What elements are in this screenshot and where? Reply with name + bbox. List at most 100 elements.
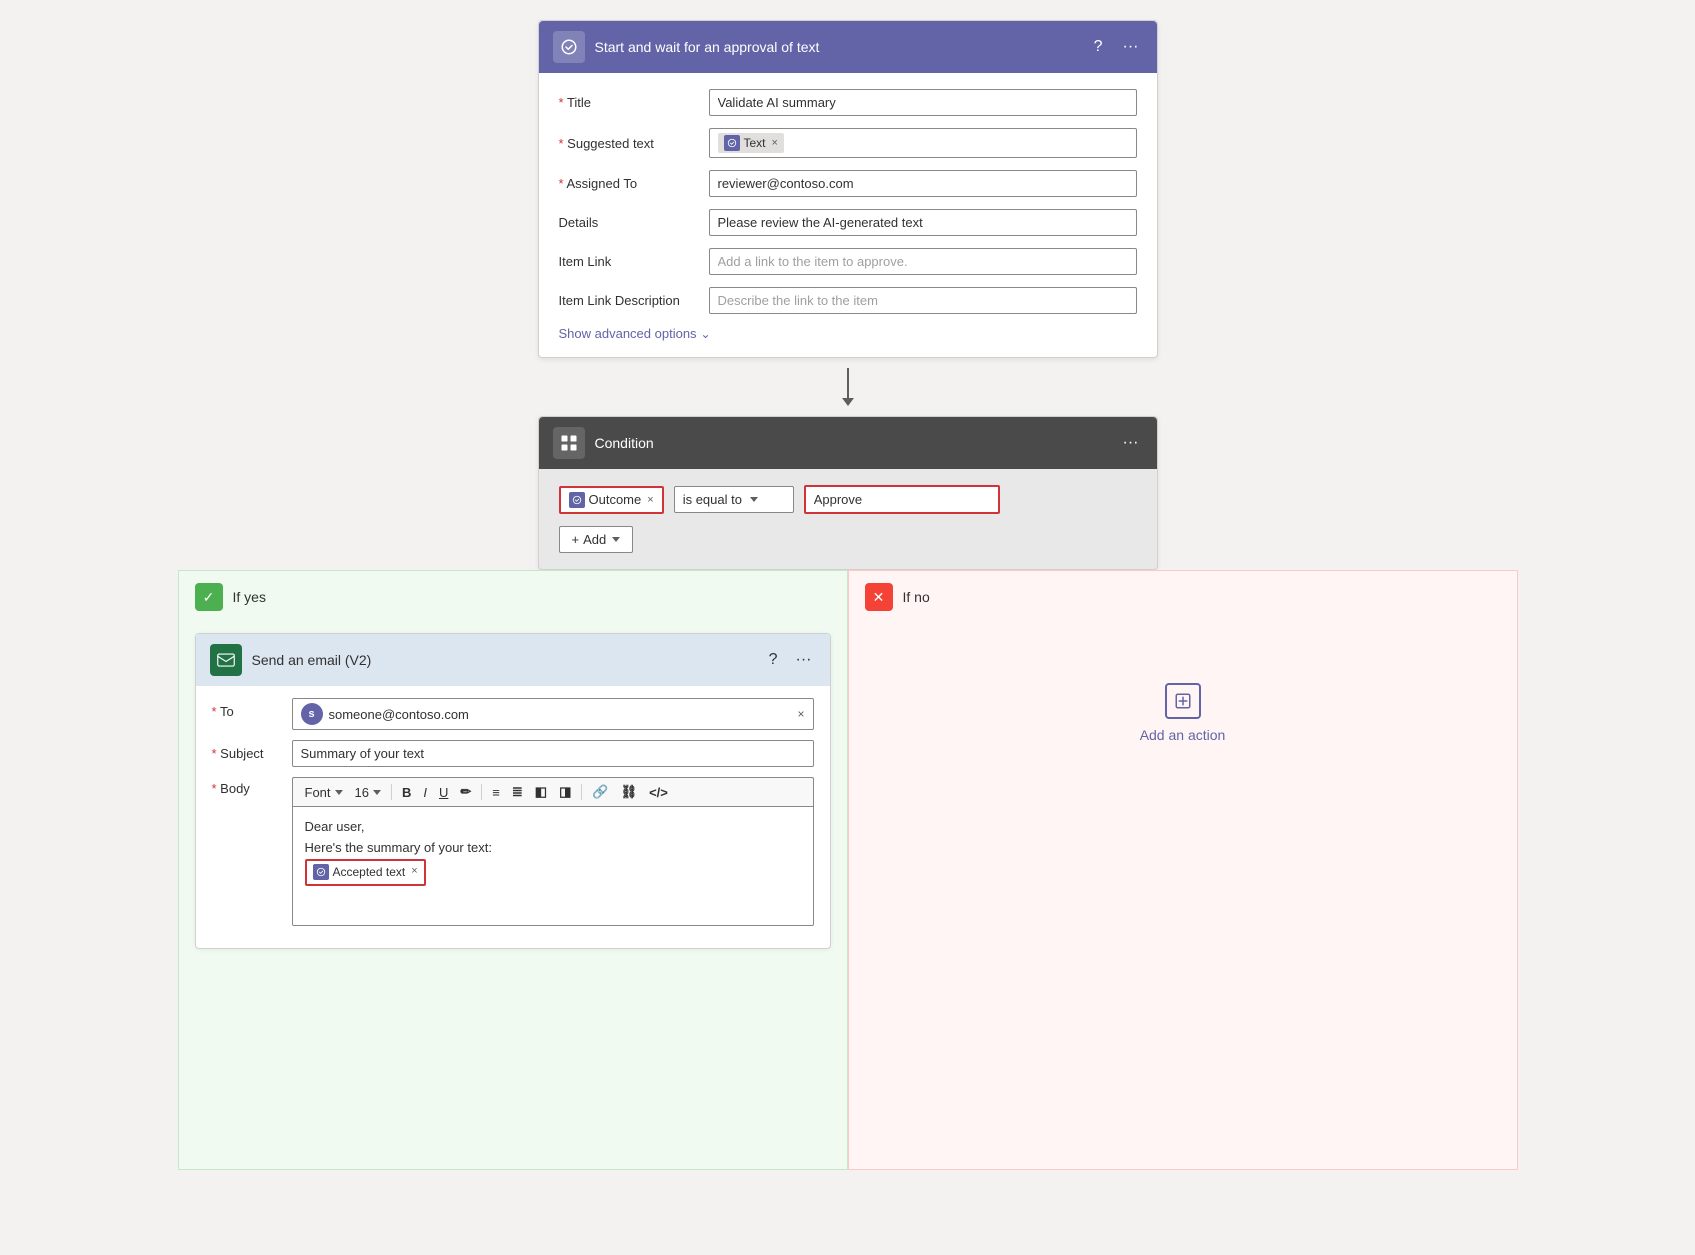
show-advanced-link[interactable]: Show advanced options ⌄ xyxy=(559,326,1137,341)
approval-more-button[interactable]: ··· xyxy=(1119,36,1143,58)
outcome-label: Outcome xyxy=(589,492,642,507)
outcome-tag-icon xyxy=(569,492,585,508)
bullet-list-button[interactable]: ≡ xyxy=(488,783,504,802)
item-link-desc-field-row: Item Link Description xyxy=(559,287,1137,314)
font-select[interactable]: Font xyxy=(301,783,347,802)
if-no-label: If no xyxy=(903,589,930,605)
if-yes-icon: ✓ xyxy=(195,583,223,611)
operator-chevron-icon xyxy=(750,497,758,502)
email-to-label: To xyxy=(212,698,282,719)
condition-card-title: Condition xyxy=(595,435,1109,451)
unlink-button[interactable]: ⛓ xyxy=(617,782,642,802)
if-yes-header: ✓ If yes xyxy=(179,571,847,623)
toolbar-sep-3 xyxy=(581,784,582,800)
approval-help-button[interactable]: ? xyxy=(1090,36,1107,58)
condition-row: Outcome × is equal to xyxy=(559,485,1137,514)
item-link-desc-input[interactable] xyxy=(709,287,1137,314)
font-size-select[interactable]: 16 xyxy=(351,783,385,802)
if-yes-label: If yes xyxy=(233,589,266,605)
code-button[interactable]: </> xyxy=(645,783,672,802)
add-condition-button[interactable]: + Add xyxy=(559,526,634,553)
email-more-button[interactable]: ··· xyxy=(792,649,816,671)
editor-content[interactable]: Dear user, Here's the summary of your te… xyxy=(292,806,814,926)
condition-card-header: Condition ··· xyxy=(539,417,1157,469)
accepted-text-chip[interactable]: Accepted text × xyxy=(305,859,426,886)
email-icon xyxy=(210,644,242,676)
approval-card-header: Start and wait for an approval of text ?… xyxy=(539,21,1157,73)
condition-operator[interactable]: is equal to xyxy=(674,486,794,513)
add-action-label: Add an action xyxy=(1140,727,1226,743)
condition-icon xyxy=(553,427,585,459)
bold-button[interactable]: B xyxy=(398,783,415,802)
italic-button[interactable]: I xyxy=(419,783,431,802)
outcome-tag[interactable]: Outcome × xyxy=(559,486,664,514)
condition-more-button[interactable]: ··· xyxy=(1119,432,1143,454)
condition-card-body: Outcome × is equal to + Add xyxy=(539,469,1157,569)
details-input[interactable] xyxy=(709,209,1137,236)
font-label: Font xyxy=(305,785,331,800)
add-action-container: Add an action xyxy=(849,623,1517,803)
add-action-icon xyxy=(1165,683,1201,719)
body-line2: Here's the summary of your text: xyxy=(305,838,801,859)
item-link-input[interactable] xyxy=(709,248,1137,275)
email-body-editor: Font 16 B I U xyxy=(292,777,814,926)
toolbar-sep-2 xyxy=(481,784,482,800)
body-line1: Dear user, xyxy=(305,817,801,838)
email-body-label: Body xyxy=(212,777,282,796)
details-field-row: Details xyxy=(559,209,1137,236)
recipient-email: someone@contoso.com xyxy=(329,707,792,722)
email-to-input[interactable]: s someone@contoso.com × xyxy=(292,698,814,730)
email-card: Send an email (V2) ? ··· To s someone@co… xyxy=(195,633,831,949)
highlight-button[interactable]: ✏ xyxy=(456,782,475,802)
split-container: ✓ If yes Send an email (V2) ? ··· xyxy=(178,570,1518,1170)
recipient-close[interactable]: × xyxy=(797,707,804,721)
email-subject-label: Subject xyxy=(212,740,282,761)
align-left-button[interactable]: ◧ xyxy=(531,782,551,802)
item-link-desc-label: Item Link Description xyxy=(559,293,699,308)
accepted-text-close[interactable]: × xyxy=(411,863,417,881)
email-help-button[interactable]: ? xyxy=(765,649,782,671)
email-subject-row: Subject xyxy=(212,740,814,767)
email-body-row: Body Font 16 xyxy=(212,777,814,926)
accepted-text-icon xyxy=(313,864,329,880)
text-tag-label: Text xyxy=(744,136,766,150)
underline-button[interactable]: U xyxy=(435,783,452,802)
link-button[interactable]: 🔗 xyxy=(588,782,612,802)
outcome-tag-close[interactable]: × xyxy=(647,494,653,506)
approval-card-body: Title Suggested text Text × xyxy=(539,73,1157,357)
approval-card-title: Start and wait for an approval of text xyxy=(595,39,1080,55)
details-label: Details xyxy=(559,215,699,230)
show-advanced-label: Show advanced options xyxy=(559,326,697,341)
email-subject-input[interactable] xyxy=(292,740,814,767)
align-right-button[interactable]: ◨ xyxy=(555,782,575,802)
size-chevron-icon xyxy=(373,790,381,795)
arrow-line xyxy=(847,368,849,398)
chevron-down-icon: ⌄ xyxy=(701,327,711,341)
item-link-label: Item Link xyxy=(559,254,699,269)
email-card-actions: ? ··· xyxy=(765,649,816,671)
condition-value-input[interactable] xyxy=(804,485,1000,514)
font-chevron-icon xyxy=(335,790,343,795)
if-no-panel: ✕ If no Add an action xyxy=(848,570,1518,1170)
if-no-icon: ✕ xyxy=(865,583,893,611)
item-link-field-row: Item Link xyxy=(559,248,1137,275)
approval-card-actions: ? ··· xyxy=(1090,36,1143,58)
add-label: Add xyxy=(583,532,606,547)
if-no-header: ✕ If no xyxy=(849,571,1517,623)
arrow-head xyxy=(842,398,854,406)
text-tag-close[interactable]: × xyxy=(772,137,778,149)
assigned-to-field-row: Assigned To xyxy=(559,170,1137,197)
toolbar-sep-1 xyxy=(391,784,392,800)
assigned-to-input[interactable] xyxy=(709,170,1137,197)
title-input[interactable] xyxy=(709,89,1137,116)
assigned-to-label: Assigned To xyxy=(559,176,699,191)
add-icon: + xyxy=(572,532,580,547)
suggested-text-input[interactable]: Text × xyxy=(709,128,1137,158)
operator-label: is equal to xyxy=(683,492,742,507)
numbered-list-button[interactable]: ≣ xyxy=(508,782,527,802)
approval-card: Start and wait for an approval of text ?… xyxy=(538,20,1158,358)
text-tag-icon xyxy=(724,135,740,151)
accepted-text-label: Accepted text xyxy=(333,863,406,882)
accepted-text-chip-container: Accepted text × xyxy=(305,859,801,886)
add-action-button[interactable]: Add an action xyxy=(1140,683,1226,743)
